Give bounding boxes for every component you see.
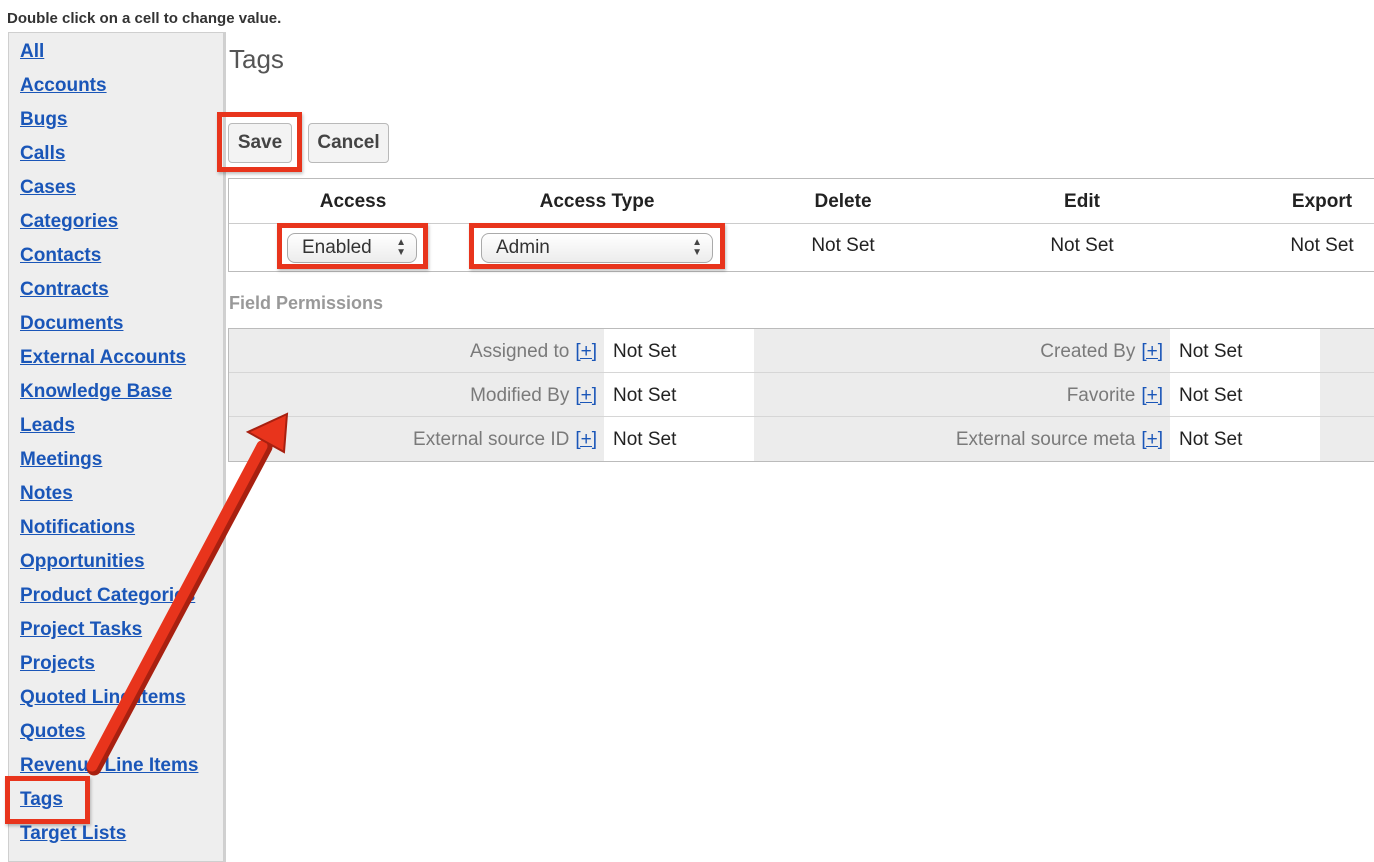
- sidebar-link[interactable]: Leads: [20, 415, 75, 436]
- field-value[interactable]: Not Set: [613, 429, 676, 451]
- header-edit: Edit: [1064, 191, 1100, 212]
- header-export: Export: [1291, 191, 1353, 212]
- sidebar-item-quotes[interactable]: Quotes: [20, 721, 85, 755]
- field-label-text: External source ID: [413, 429, 570, 450]
- sidebar-link[interactable]: Categories: [20, 211, 118, 232]
- field-permissions-table: Assigned to [+] Not Set Created By [+] Not…: [228, 328, 1374, 462]
- expand-link[interactable]: [+]: [1141, 341, 1163, 362]
- expand-link[interactable]: [+]: [575, 385, 597, 406]
- sidebar-link[interactable]: Target Lists: [20, 823, 126, 844]
- sidebar-item-external-accounts[interactable]: External Accounts: [20, 347, 186, 381]
- field-label: Created By [+]: [1040, 341, 1163, 363]
- sidebar-item-quoted-line-items[interactable]: Quoted Line Items: [20, 687, 186, 721]
- field-label: Modified By [+]: [470, 385, 597, 407]
- sidebar-item-target-lists[interactable]: Target Lists: [20, 823, 126, 857]
- field-label-text: Favorite: [1066, 385, 1136, 406]
- field-value[interactable]: Not Set: [1179, 341, 1242, 363]
- expand-link[interactable]: [+]: [575, 341, 597, 362]
- table-row: Modified By [+] Not Set Favorite [+] Not S…: [229, 373, 1374, 417]
- sidebar-link[interactable]: Product Categories: [20, 585, 195, 606]
- header-delete: Delete: [814, 191, 872, 212]
- sidebar-link[interactable]: Contracts: [20, 279, 109, 300]
- page-title: Tags: [229, 44, 284, 74]
- sidebar-item-documents[interactable]: Documents: [20, 313, 123, 347]
- sidebar-item-opportunities[interactable]: Opportunities: [20, 551, 145, 585]
- sidebar-link[interactable]: Opportunities: [20, 551, 145, 572]
- sidebar-link[interactable]: Meetings: [20, 449, 102, 470]
- sidebar-item-project-tasks[interactable]: Project Tasks: [20, 619, 142, 653]
- sidebar-link[interactable]: Knowledge Base: [20, 381, 172, 402]
- sidebar-item-categories[interactable]: Categories: [20, 211, 118, 245]
- field-value[interactable]: Not Set: [1179, 429, 1242, 451]
- sidebar-link[interactable]: Accounts: [20, 75, 107, 96]
- sidebar-item-notifications[interactable]: Notifications: [20, 517, 135, 551]
- field-label: External source meta [+]: [956, 429, 1163, 451]
- sidebar-link[interactable]: Project Tasks: [20, 619, 142, 640]
- sidebar-link[interactable]: Calls: [20, 143, 65, 164]
- sidebar-item-meetings[interactable]: Meetings: [20, 449, 102, 483]
- field-label-text: Created By: [1040, 341, 1136, 362]
- sidebar-item-cases[interactable]: Cases: [20, 177, 76, 211]
- field-value[interactable]: Not Set: [613, 341, 676, 363]
- sidebar-link[interactable]: Notifications: [20, 517, 135, 538]
- field-permissions-title: Field Permissions: [229, 293, 384, 313]
- sidebar-link[interactable]: Revenue Line Items: [20, 755, 198, 776]
- table-row: External source ID [+] Not Set External s…: [229, 417, 1374, 461]
- highlight-box-save: [217, 112, 302, 172]
- cell-edit[interactable]: Not Set: [1050, 235, 1113, 257]
- sidebar-item-projects[interactable]: Projects: [20, 653, 95, 687]
- table-row: Assigned to [+] Not Set Created By [+] Not…: [229, 329, 1374, 373]
- module-sidebar: All Accounts Bugs Calls Cases Categories…: [8, 32, 224, 862]
- cancel-button[interactable]: Cancel: [308, 123, 389, 163]
- field-value[interactable]: Not Set: [613, 385, 676, 407]
- sidebar-link[interactable]: External Accounts: [20, 347, 186, 368]
- sidebar-item-contacts[interactable]: Contacts: [20, 245, 101, 279]
- field-label: External source ID [+]: [413, 429, 597, 451]
- sidebar-item-calls[interactable]: Calls: [20, 143, 65, 177]
- field-label: Assigned to [+]: [470, 341, 597, 363]
- cell-export[interactable]: Not Set: [1290, 235, 1353, 257]
- sidebar-link[interactable]: Bugs: [20, 109, 68, 130]
- highlight-box-access: [277, 223, 428, 269]
- cell-delete[interactable]: Not Set: [811, 235, 874, 257]
- sidebar-item-product-categories[interactable]: Product Categories: [20, 585, 195, 619]
- sidebar-item-accounts[interactable]: Accounts: [20, 75, 107, 109]
- expand-link[interactable]: [+]: [1141, 429, 1163, 450]
- highlight-box-access-type: [469, 223, 725, 269]
- expand-link[interactable]: [+]: [1141, 385, 1163, 406]
- field-label-text: Modified By: [470, 385, 570, 406]
- sidebar-item-bugs[interactable]: Bugs: [20, 109, 68, 143]
- field-label-text: External source meta: [955, 429, 1136, 450]
- sidebar-link[interactable]: Quoted Line Items: [20, 687, 186, 708]
- sidebar-item-contracts[interactable]: Contracts: [20, 279, 109, 313]
- sidebar-link[interactable]: Notes: [20, 483, 73, 504]
- sidebar-link[interactable]: Projects: [20, 653, 95, 674]
- sidebar-item-knowledge-base[interactable]: Knowledge Base: [20, 381, 172, 415]
- field-label: Favorite [+]: [1067, 385, 1163, 407]
- sidebar-link[interactable]: Contacts: [20, 245, 101, 266]
- highlight-box-tags: [5, 776, 90, 824]
- sidebar-link[interactable]: Quotes: [20, 721, 85, 742]
- sidebar-item-notes[interactable]: Notes: [20, 483, 73, 517]
- instruction-text: Double click on a cell to change value.: [7, 10, 282, 27]
- field-value[interactable]: Not Set: [1179, 385, 1242, 407]
- sidebar-item-leads[interactable]: Leads: [20, 415, 75, 449]
- header-access: Access: [319, 191, 387, 212]
- sidebar-link[interactable]: All: [20, 41, 44, 62]
- sidebar-link[interactable]: Cases: [20, 177, 76, 198]
- expand-link[interactable]: [+]: [575, 429, 597, 450]
- sidebar-item-all[interactable]: All: [20, 41, 44, 75]
- sidebar-link[interactable]: Documents: [20, 313, 123, 334]
- field-label-text: Assigned to: [470, 341, 570, 362]
- header-access-type: Access Type: [539, 191, 655, 212]
